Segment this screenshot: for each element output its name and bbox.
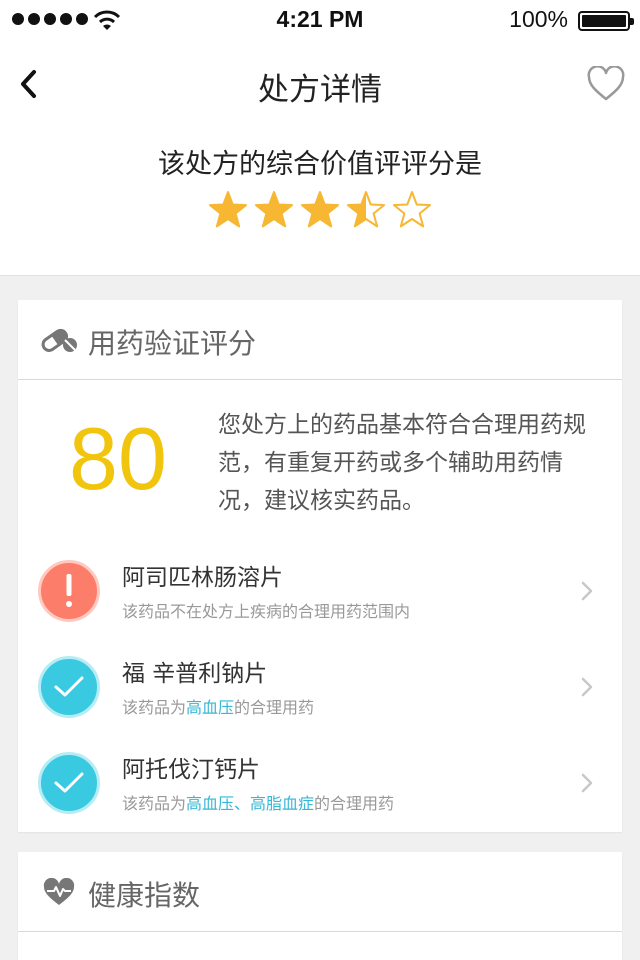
star-full-icon [208,191,248,228]
drug-desc-text: 的合理用药 [314,794,395,813]
battery-percent: 100% [509,6,568,32]
drug-item[interactable]: 阿司匹林肠溶片 该药品不在处方上疾病的合理用药范围内 [18,552,622,648]
verification-summary: 您处方上的药品基本符合合理用药规范，有重复开药或多个辅助用药情况，建议核实药品。 [218,412,586,514]
chevron-right-icon [581,581,593,601]
page-title: 处方详情 [258,72,382,108]
disease-link[interactable]: 高血压、高脂血症 [186,794,314,813]
drug-name: 阿托伐汀钙片 [122,757,260,783]
chevron-right-icon [581,773,593,793]
star-full-icon [254,191,294,228]
chevron-right-icon [581,677,593,697]
verification-score: 80 [69,409,167,508]
health-index-card: 健康指数 [18,852,622,960]
drug-description: 该药品为高血压的合理用药 [122,694,314,718]
drug-desc-text: 的合理用药 [234,698,315,717]
pill-icon [41,328,77,352]
check-icon [54,676,84,697]
medication-verification-card: 用药验证评分 80 您处方上的药品基本符合合理用药规范，有重复开药或多个辅助用药… [18,300,622,832]
overall-score-section: 该处方的综合价值评评分是 [0,128,640,276]
heart-pulse-icon [43,878,75,905]
drug-item[interactable]: 福 辛普利钠片 该药品为高血压的合理用药 [18,648,622,744]
drug-desc-text: 该药品为 [122,698,187,717]
card-header: 用药验证评分 [18,300,622,380]
star-empty-icon [392,191,432,228]
status-bar: 4:21 PM 100% [0,0,640,40]
drug-item[interactable]: 阿托伐汀钙片 该药品为高血压、高脂血症的合理用药 [18,744,622,840]
star-full-icon [300,191,340,228]
star-half-icon [346,191,386,228]
check-icon [54,772,84,793]
ok-status [38,656,100,718]
drug-name: 阿司匹林肠溶片 [122,565,283,591]
warning-status [38,560,100,622]
nav-bar: 处方详情 [0,40,640,128]
overall-score-label: 该处方的综合价值评评分是 [158,149,482,180]
drug-description: 该药品为高血压、高脂血症的合理用药 [122,790,394,814]
drug-description: 该药品不在处方上疾病的合理用药范围内 [122,598,410,622]
ok-status [38,752,100,814]
star-rating [0,190,640,230]
card-title: 用药验证评分 [88,327,257,360]
card-header: 健康指数 [18,852,622,932]
card-title: 健康指数 [88,879,201,912]
battery-icon [578,11,634,31]
favorite-heart-icon[interactable] [586,66,626,102]
drug-desc-text: 该药品不在处方上疾病的合理用药范围内 [122,602,411,621]
exclamation-icon [66,574,72,607]
drug-desc-text: 该药品为 [122,794,187,813]
disease-link[interactable]: 高血压 [186,698,234,717]
drug-name: 福 辛普利钠片 [122,661,268,687]
